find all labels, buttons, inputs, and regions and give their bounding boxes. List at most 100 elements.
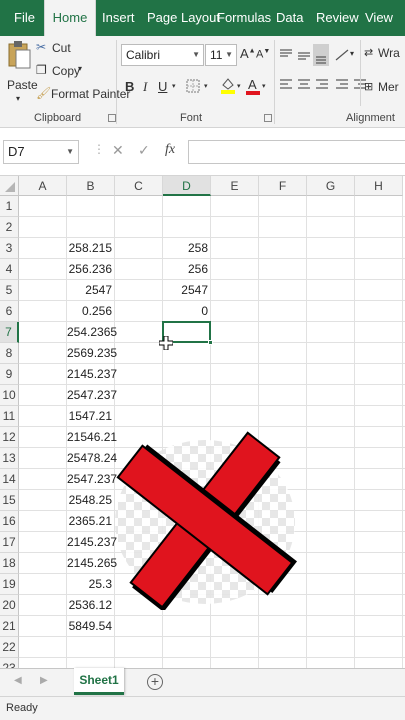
tab-page-layout[interactable]: Page Layout <box>147 0 220 36</box>
cell-b16[interactable]: 2365.21 <box>67 511 115 532</box>
cell-b21[interactable]: 5849.54 <box>67 616 115 637</box>
drag-handle-icon[interactable]: ⋮ <box>93 142 105 156</box>
cell-b6[interactable]: 0.256 <box>67 301 115 322</box>
font-size-select[interactable]: 11 ▼ <box>205 44 237 66</box>
row-header-3[interactable]: 3 <box>0 238 19 259</box>
row-header-23[interactable]: 23 <box>0 658 19 668</box>
cell-d11[interactable] <box>163 406 211 427</box>
formula-input[interactable] <box>188 140 405 164</box>
row-header-15[interactable]: 15 <box>0 490 19 511</box>
chevron-down-icon[interactable]: ▾ <box>172 82 176 90</box>
cell-d5[interactable]: 2547 <box>163 280 211 301</box>
column-header-h[interactable]: H <box>355 176 403 196</box>
tab-review[interactable]: Review <box>316 0 359 36</box>
grow-font-icon[interactable]: A▲ <box>240 46 256 61</box>
cell-b5[interactable]: 2547 <box>67 280 115 301</box>
insert-function-icon[interactable]: fx <box>165 142 175 158</box>
cell-b7[interactable]: 254.2365 <box>67 322 117 343</box>
cut-button[interactable]: ✂ Cut <box>36 38 106 58</box>
cell-b10[interactable]: 2547.237 <box>67 385 117 406</box>
cell-d4[interactable]: 256 <box>163 259 211 280</box>
row-header-12[interactable]: 12 <box>0 427 19 448</box>
name-box[interactable]: D7 ▼ <box>3 140 79 164</box>
row-header-2[interactable]: 2 <box>0 217 19 238</box>
row-header-18[interactable]: 18 <box>0 553 19 574</box>
font-name-select[interactable]: Calibri ▼ <box>121 44 204 66</box>
cell-d2[interactable] <box>163 217 211 238</box>
chevron-down-icon[interactable]: ▾ <box>262 82 266 90</box>
cell-b20[interactable]: 2536.12 <box>67 595 115 616</box>
cancel-icon[interactable]: ✕ <box>112 142 124 159</box>
underline-button[interactable]: U <box>158 79 167 94</box>
sheet-prev-icon[interactable]: ◀ <box>14 675 22 686</box>
cell-b18[interactable]: 2145.265 <box>67 553 117 574</box>
row-header-10[interactable]: 10 <box>0 385 19 406</box>
bold-button[interactable]: B <box>125 79 134 94</box>
cell-d10[interactable] <box>163 385 211 406</box>
column-header-b[interactable]: B <box>67 176 115 196</box>
cell-b15[interactable]: 2548.25 <box>67 490 115 511</box>
enter-icon[interactable]: ✓ <box>138 142 150 159</box>
row-header-21[interactable]: 21 <box>0 616 19 637</box>
cell-b3[interactable]: 258.215 <box>67 238 115 259</box>
font-color-icon[interactable]: A <box>246 77 260 95</box>
fill-handle[interactable] <box>208 340 213 345</box>
row-header-17[interactable]: 17 <box>0 532 19 553</box>
chevron-down-icon[interactable]: ▾ <box>204 82 208 90</box>
cell-b8[interactable]: 2569.235 <box>67 343 117 364</box>
italic-button[interactable]: I <box>143 79 147 95</box>
row-header-8[interactable]: 8 <box>0 343 19 364</box>
clipboard-launcher-icon[interactable] <box>108 114 116 122</box>
cell-b1[interactable] <box>67 196 115 217</box>
cell-d23[interactable] <box>163 658 211 668</box>
column-header-d[interactable]: D <box>163 176 211 196</box>
row-header-22[interactable]: 22 <box>0 637 19 658</box>
paste-button[interactable]: Paste ▾ <box>4 40 38 103</box>
row-header-6[interactable]: 6 <box>0 301 19 322</box>
sheet-tab-sheet1[interactable]: Sheet1 <box>74 668 124 695</box>
cell-b14[interactable]: 2547.237 <box>67 469 117 490</box>
cell-b17[interactable]: 2145.237 <box>67 532 117 553</box>
cell-b23[interactable] <box>67 658 115 668</box>
tab-data[interactable]: Data <box>276 0 303 36</box>
cell-d22[interactable] <box>163 637 211 658</box>
row-header-20[interactable]: 20 <box>0 595 19 616</box>
cell-d3[interactable]: 258 <box>163 238 211 259</box>
fill-color-icon[interactable] <box>220 76 236 94</box>
cell-b12[interactable]: 21546.21 <box>67 427 117 448</box>
wrap-text-button[interactable]: ⇄ Wra <box>364 44 405 64</box>
row-header-13[interactable]: 13 <box>0 448 19 469</box>
cell-d6[interactable]: 0 <box>163 301 211 322</box>
tab-home[interactable]: Home <box>44 0 96 36</box>
tab-file[interactable]: File <box>14 0 35 36</box>
sheet-next-icon[interactable]: ▶ <box>40 675 48 686</box>
cell-b19[interactable]: 25.3 <box>67 574 115 595</box>
chevron-down-icon[interactable]: ▾ <box>350 49 354 58</box>
tab-view[interactable]: View <box>365 0 393 36</box>
shrink-font-icon[interactable]: A▼ <box>256 48 270 61</box>
cell-b22[interactable] <box>67 637 115 658</box>
chevron-down-icon[interactable]: ▾ <box>237 82 241 90</box>
select-all-corner[interactable] <box>0 176 19 196</box>
row-header-14[interactable]: 14 <box>0 469 19 490</box>
row-header-7[interactable]: 7 <box>0 322 19 343</box>
borders-icon[interactable] <box>186 79 200 93</box>
add-sheet-icon[interactable]: + <box>147 674 163 690</box>
cell-d9[interactable] <box>163 364 211 385</box>
column-header-a[interactable]: A <box>19 176 67 196</box>
copy-button[interactable]: ❐ Copy ▾ <box>36 61 106 81</box>
format-painter-button[interactable]: 🖌 Format Painter <box>36 84 130 104</box>
row-header-5[interactable]: 5 <box>0 280 19 301</box>
column-header-c[interactable]: C <box>115 176 163 196</box>
cell-b2[interactable] <box>67 217 115 238</box>
cell-b11[interactable]: 1547.21 <box>67 406 115 427</box>
row-header-1[interactable]: 1 <box>0 196 19 217</box>
cell-b4[interactable]: 256.236 <box>67 259 115 280</box>
cell-b13[interactable]: 25478.24 <box>67 448 117 469</box>
font-launcher-icon[interactable] <box>264 114 272 122</box>
row-header-4[interactable]: 4 <box>0 259 19 280</box>
cell-d1[interactable] <box>163 196 211 217</box>
cell-b9[interactable]: 2145.237 <box>67 364 117 385</box>
tab-insert[interactable]: Insert <box>102 0 135 36</box>
tab-formulas[interactable]: Formulas <box>217 0 271 36</box>
